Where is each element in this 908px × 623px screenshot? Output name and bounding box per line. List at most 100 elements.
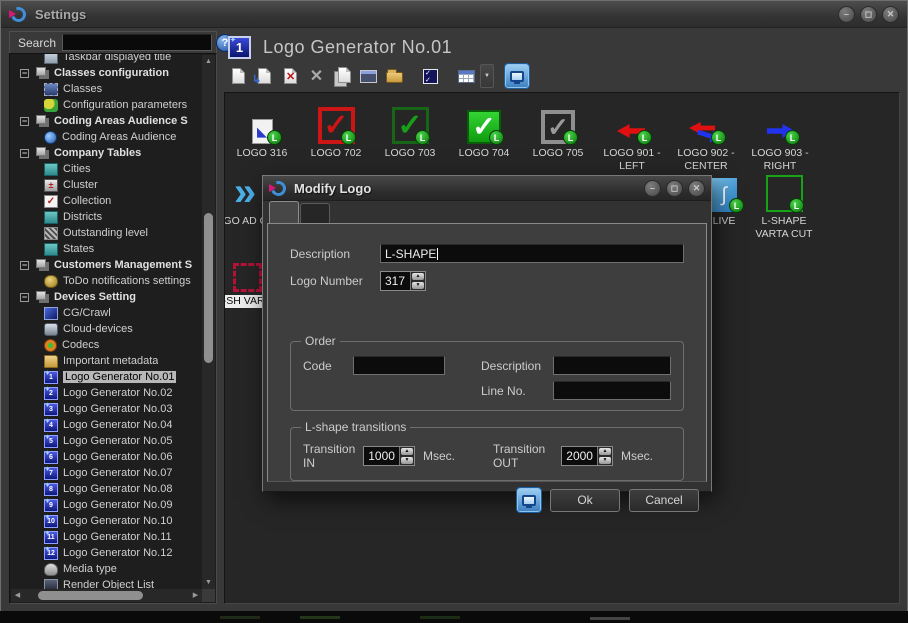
cancel-button[interactable]: Cancel	[629, 489, 699, 512]
scroll-down-icon[interactable]: ▼	[202, 576, 215, 589]
delete-document-icon[interactable]	[278, 64, 303, 88]
new-document-icon[interactable]	[226, 64, 251, 88]
tree-item[interactable]: Classes	[12, 81, 202, 97]
tree-item[interactable]: 3 Logo Generator No.03	[12, 401, 202, 417]
tree-vertical-scrollbar[interactable]: ▲ ▼	[202, 55, 215, 589]
properties-icon[interactable]	[356, 64, 381, 88]
tree-item[interactable]: CG/Crawl	[12, 305, 202, 321]
tree-horizontal-scrollbar[interactable]: ◀ ▶	[11, 589, 202, 602]
tree-item[interactable]: 1 Logo Generator No.01	[12, 369, 202, 385]
spin-down-icon[interactable]: ▼	[412, 282, 424, 289]
tree-item[interactable]: Render Object List	[12, 577, 202, 589]
tree-item[interactable]: Media type	[12, 561, 202, 577]
tree-item[interactable]: Collection	[12, 193, 202, 209]
logo-item[interactable]: ✓ L LOGO 704	[447, 97, 521, 173]
transition-out-stepper[interactable]: 2000 ▲ ▼	[561, 446, 613, 466]
logo-item[interactable]: ✓ L LOGO 705	[521, 97, 595, 173]
tree-item[interactable]: 7 Logo Generator No.07	[12, 465, 202, 481]
tree-item[interactable]: 6 Logo Generator No.06	[12, 449, 202, 465]
tree-item[interactable]: Devices Setting	[12, 289, 202, 305]
line-no-field[interactable]	[553, 381, 671, 400]
tree-item-label: Logo Generator No.09	[63, 499, 172, 511]
tree-item[interactable]: Outstanding level	[12, 225, 202, 241]
tree-item[interactable]: Cities	[12, 161, 202, 177]
tree-item[interactable]: Customers Management S	[12, 257, 202, 273]
spin-down-icon[interactable]: ▼	[401, 457, 413, 464]
dialog-titlebar[interactable]: Modify Logo – ◻ ✕	[263, 176, 711, 201]
close-icon[interactable]: ✕	[882, 6, 899, 23]
tree-collapse-icon[interactable]	[20, 149, 29, 158]
spin-up-icon[interactable]: ▲	[599, 448, 611, 455]
tree-item[interactable]: Districts	[12, 209, 202, 225]
scroll-right-icon[interactable]: ▶	[189, 589, 202, 602]
tree-item[interactable]: 4 Logo Generator No.04	[12, 417, 202, 433]
tree-item[interactable]: 8 Logo Generator No.08	[12, 481, 202, 497]
tree-collapse-icon[interactable]	[20, 117, 29, 126]
tree-item[interactable]: Codecs	[12, 337, 202, 353]
tree-item[interactable]: 10 Logo Generator No.10	[12, 513, 202, 529]
copy-icon[interactable]	[330, 64, 355, 88]
grid-view-icon[interactable]	[454, 64, 479, 88]
tree-collapse-icon[interactable]	[20, 261, 29, 270]
dialog-minimize-icon[interactable]: –	[644, 180, 661, 197]
tree-item[interactable]: 2 Logo Generator No.02	[12, 385, 202, 401]
minimize-icon[interactable]: –	[838, 6, 855, 23]
tree-item[interactable]: Company Tables	[12, 145, 202, 161]
spin-down-icon[interactable]: ▼	[599, 457, 611, 464]
vertical-scroll-thumb[interactable]	[204, 213, 213, 363]
logo-item[interactable]: L LOGO 901 - LEFT	[595, 97, 669, 173]
tree-item[interactable]: 5 Logo Generator No.05	[12, 433, 202, 449]
maximize-icon[interactable]: ◻	[860, 6, 877, 23]
scroll-left-icon[interactable]: ◀	[11, 589, 24, 602]
tree-item-icon	[36, 259, 46, 268]
code-field[interactable]	[353, 356, 445, 375]
tree-item[interactable]: Coding Areas Audience S	[12, 113, 202, 129]
logo-item[interactable]: L LOGO 903 - RIGHT	[743, 97, 817, 173]
dialog-close-icon[interactable]: ✕	[688, 180, 705, 197]
spin-up-icon[interactable]: ▲	[401, 448, 413, 455]
import-document-icon[interactable]	[252, 64, 277, 88]
tree-item[interactable]: 9 Logo Generator No.09	[12, 497, 202, 513]
tree-collapse-icon[interactable]	[20, 293, 29, 302]
checklist-icon[interactable]: ✓✓	[418, 64, 443, 88]
tree-item[interactable]: ToDo notifications settings	[12, 273, 202, 289]
tab[interactable]	[269, 201, 299, 223]
transition-in-stepper[interactable]: 1000 ▲ ▼	[363, 446, 415, 466]
ok-button[interactable]: Ok	[550, 489, 620, 512]
tree-collapse-icon[interactable]	[20, 69, 29, 78]
tree-item[interactable]: Cluster	[12, 177, 202, 193]
search-input[interactable]	[62, 34, 212, 51]
tree-item[interactable]: 12 Logo Generator No.12	[12, 545, 202, 561]
tree-item[interactable]: Configuration parameters	[12, 97, 202, 113]
tree-item-label: Codecs	[62, 339, 99, 351]
tree-item-icon	[44, 227, 58, 240]
description-field[interactable]: L-SHAPE	[380, 244, 684, 263]
preview-monitor-icon[interactable]	[505, 64, 529, 88]
logo-item[interactable]: ✓ L LOGO 702	[299, 97, 373, 173]
logo-number-stepper[interactable]: 317 ▲ ▼	[380, 271, 426, 291]
logo-l-badge-icon: L	[415, 130, 430, 145]
tab[interactable]	[300, 203, 330, 223]
tree-item[interactable]: Classes configuration	[12, 65, 202, 81]
open-folder-icon[interactable]	[382, 64, 407, 88]
order-description-field[interactable]	[553, 356, 671, 375]
tree-item[interactable]: Important metadata	[12, 353, 202, 369]
horizontal-scroll-thumb[interactable]	[38, 591, 143, 600]
dialog-preview-monitor-icon[interactable]	[517, 488, 541, 512]
scroll-up-icon[interactable]: ▲	[202, 55, 215, 68]
logo-item[interactable]: ✓ L LOGO 703	[373, 97, 447, 173]
cut-icon[interactable]: ✕	[304, 64, 329, 88]
logo-item[interactable]: ◣ L LOGO 316	[225, 97, 299, 173]
grid-dropdown-icon[interactable]: ▼	[480, 64, 494, 88]
spin-up-icon[interactable]: ▲	[412, 273, 424, 280]
logo-item[interactable]: L LOGO 902 - CENTER	[669, 97, 743, 173]
tree-item[interactable]: Taskbar displayed title	[12, 54, 202, 65]
tree-item[interactable]: States	[12, 241, 202, 257]
window-titlebar[interactable]: Settings – ◻ ✕	[1, 1, 907, 28]
tree-item[interactable]: Coding Areas Audience	[12, 129, 202, 145]
tree-item[interactable]: Cloud-devices	[12, 321, 202, 337]
logo-item[interactable]: L L-SHAPE VARTA CUT	[747, 165, 821, 241]
tree-item[interactable]: 11 Logo Generator No.11	[12, 529, 202, 545]
text-caret	[437, 248, 438, 260]
dialog-maximize-icon[interactable]: ◻	[666, 180, 683, 197]
